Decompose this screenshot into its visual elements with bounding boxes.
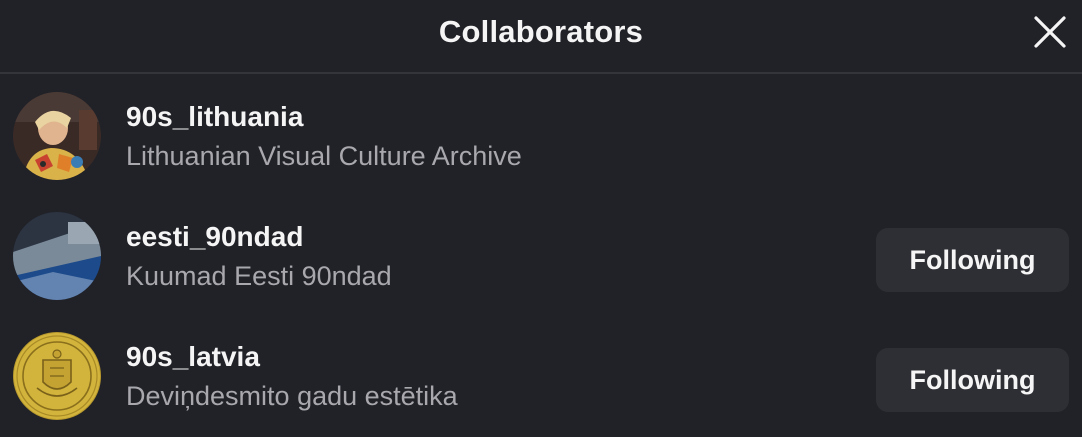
avatar[interactable] — [13, 212, 101, 300]
username[interactable]: eesti_90ndad — [126, 221, 303, 253]
username[interactable]: 90s_lithuania — [126, 101, 303, 133]
collaborator-row[interactable]: 90s_lithuania Lithuanian Visual Culture … — [0, 77, 1082, 197]
collaborator-row[interactable]: 90s_latvia Deviņdesmito gadu estētika Fo… — [0, 317, 1082, 437]
collaborator-row[interactable]: eesti_90ndad Kuumad Eesti 90ndad Followi… — [0, 197, 1082, 317]
close-icon[interactable] — [1033, 15, 1067, 49]
full-name: Deviņdesmito gadu estētika — [126, 381, 458, 411]
full-name: Lithuanian Visual Culture Archive — [126, 141, 522, 171]
dialog-header: Collaborators — [0, 0, 1082, 74]
username[interactable]: 90s_latvia — [126, 341, 260, 373]
dialog-title: Collaborators — [438, 14, 644, 49]
full-name: Kuumad Eesti 90ndad — [126, 261, 392, 291]
following-button[interactable]: Following — [876, 228, 1069, 292]
avatar[interactable] — [13, 92, 101, 180]
following-button[interactable]: Following — [876, 348, 1069, 412]
avatar[interactable] — [13, 332, 101, 420]
